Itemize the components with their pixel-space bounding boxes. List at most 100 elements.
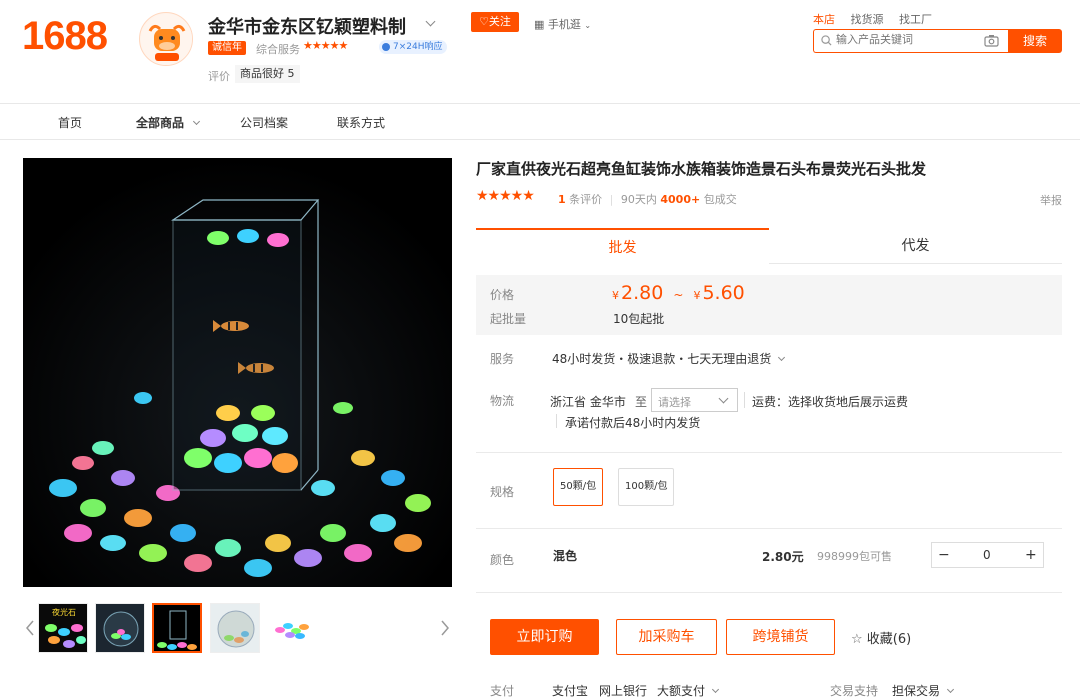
- tab-dropship[interactable]: 代发: [769, 228, 1062, 264]
- thumbnail-2-image: [96, 604, 144, 652]
- thumbnail-5-image: [268, 604, 316, 652]
- shop-avatar[interactable]: [139, 12, 193, 66]
- chevron-down-icon: [718, 393, 729, 404]
- chevron-down-icon: [193, 117, 201, 126]
- site-logo[interactable]: 1688: [22, 14, 108, 59]
- bull-mascot-icon: [141, 14, 192, 65]
- promise-divider: [556, 414, 557, 428]
- camera-icon[interactable]: [984, 34, 999, 47]
- logistics-origin: 浙江省 金华市: [550, 395, 626, 409]
- review-count[interactable]: 1: [558, 193, 566, 206]
- thumbnail-5[interactable]: [267, 603, 317, 653]
- favorite-button[interactable]: ☆ 收藏(6): [851, 628, 911, 647]
- payment-method-alipay: 支付宝: [552, 684, 589, 698]
- freight-info: 运费：选择收货地后展示运费: [752, 395, 909, 409]
- chevron-left-icon: [26, 620, 34, 636]
- destination-select-placeholder: 请选择: [658, 396, 691, 409]
- price-min: 2.80: [621, 282, 664, 304]
- cross-border-button[interactable]: 跨境铺货: [726, 619, 835, 655]
- evaluation-label: 评价: [208, 70, 230, 83]
- star-outline-icon: ☆: [851, 632, 863, 647]
- search-scope-tabs: 本店 找货源 找工厂: [813, 11, 944, 27]
- tab-wholesale[interactable]: 批发: [476, 228, 769, 264]
- favorite-label: 收藏(6): [866, 632, 912, 647]
- add-to-cart-button[interactable]: 加采购车: [616, 619, 717, 655]
- product-rating-stars: ★★★★★: [476, 188, 535, 204]
- currency-symbol: ¥: [693, 289, 701, 302]
- quantity-decrease-button[interactable]: −: [938, 547, 950, 563]
- payment-method-large-label: 大额支付: [657, 684, 706, 698]
- nav-contact[interactable]: 联系方式: [337, 114, 385, 131]
- review-suffix: 条评价: [569, 193, 603, 206]
- thumbnail-1[interactable]: 夜光石: [38, 603, 88, 653]
- service-score-stars: ★★★★★: [303, 39, 348, 52]
- spec-label: 规格: [490, 485, 515, 499]
- thumbnail-3-image: [154, 605, 200, 651]
- color-value: 混色: [553, 549, 578, 563]
- quantity-value[interactable]: 0: [983, 548, 991, 562]
- thumbnail-4[interactable]: [210, 603, 260, 653]
- shipping-promise: 承诺付款后48小时内发货: [565, 416, 701, 430]
- destination-select[interactable]: 请选择: [651, 388, 738, 412]
- price-label: 价格: [490, 288, 515, 302]
- search-tab-sources[interactable]: 找货源: [851, 13, 884, 26]
- payment-method-bank: 网上银行: [599, 684, 648, 698]
- shop-name[interactable]: 金华市金东区钇颖塑料制: [208, 13, 406, 39]
- chevron-down-icon: [946, 685, 954, 694]
- price-separator: ~: [673, 288, 684, 302]
- sales-suffix: 包成交: [703, 193, 737, 206]
- chevron-down-icon: [711, 685, 719, 694]
- follow-button[interactable]: ♡关注: [471, 12, 519, 32]
- chevron-down-icon: [778, 353, 786, 362]
- freight-divider: [744, 392, 745, 408]
- search-input[interactable]: [836, 33, 976, 46]
- nav-home[interactable]: 首页: [58, 114, 82, 131]
- sales-prefix: 90天内: [620, 193, 657, 206]
- caret-down-icon: ⌄: [584, 21, 592, 30]
- gallery-prev-button[interactable]: [23, 602, 37, 654]
- search-tab-this-shop[interactable]: 本店: [813, 13, 835, 26]
- service-value[interactable]: 48小时发货・极速退款・七天无理由退货: [552, 350, 786, 367]
- report-link[interactable]: 举报: [1040, 192, 1062, 208]
- search-button[interactable]: 搜索: [1008, 29, 1062, 53]
- price-range: ¥2.80 ~ ¥5.60: [612, 282, 745, 304]
- gallery-next-button[interactable]: [438, 602, 452, 654]
- product-main-image[interactable]: [23, 158, 452, 587]
- section-divider: [476, 452, 1062, 453]
- logistics-label: 物流: [490, 394, 515, 408]
- search-icon: [821, 35, 832, 46]
- nav-all-products[interactable]: 全部商品: [136, 114, 201, 131]
- payment-method-large[interactable]: 大额支付: [657, 682, 719, 699]
- price-max: 5.60: [702, 282, 745, 304]
- trade-support-value[interactable]: 担保交易: [892, 682, 954, 699]
- search-box: [813, 29, 1009, 53]
- search-tab-factories[interactable]: 找工厂: [899, 13, 932, 26]
- evaluation-tag[interactable]: 商品很好 5: [235, 65, 300, 83]
- spec-option-50[interactable]: 50颗/包: [553, 468, 604, 506]
- sales-count: 4000+: [660, 193, 701, 206]
- mobile-link-label: 手机逛: [547, 18, 581, 31]
- thumbnail-1-caption: 夜光石: [52, 607, 76, 617]
- section-divider: [476, 528, 1062, 529]
- trade-support-label: 交易支持: [830, 684, 879, 698]
- buy-now-button[interactable]: 立即订购: [490, 619, 599, 655]
- spec-option-100[interactable]: 100颗/包: [618, 468, 675, 506]
- service-label: 服务: [490, 352, 515, 366]
- chevron-down-icon[interactable]: [425, 16, 436, 27]
- response-badge: 7×24H响应: [379, 40, 447, 54]
- service-value-text: 48小时发货・极速退款・七天无理由退货: [552, 352, 772, 366]
- thumbnail-2[interactable]: [95, 603, 145, 653]
- thumbnail-3[interactable]: [152, 603, 202, 653]
- trade-support-value-text: 担保交易: [892, 684, 941, 698]
- nav-all-products-label: 全部商品: [136, 116, 185, 130]
- quantity-increase-button[interactable]: +: [1025, 547, 1037, 563]
- glow-stones-tank-image: [23, 158, 452, 587]
- thumbnail-1-image: 夜光石: [39, 604, 87, 652]
- nav-divider-bottom: [0, 139, 1080, 140]
- price-panel: [476, 275, 1062, 335]
- nav-company-profile[interactable]: 公司档案: [240, 114, 288, 131]
- color-label: 颜色: [490, 553, 515, 567]
- shield-icon: [382, 43, 390, 51]
- mobile-link[interactable]: ▦ 手机逛 ⌄: [534, 16, 591, 32]
- quantity-stepper: − 0 +: [931, 542, 1044, 568]
